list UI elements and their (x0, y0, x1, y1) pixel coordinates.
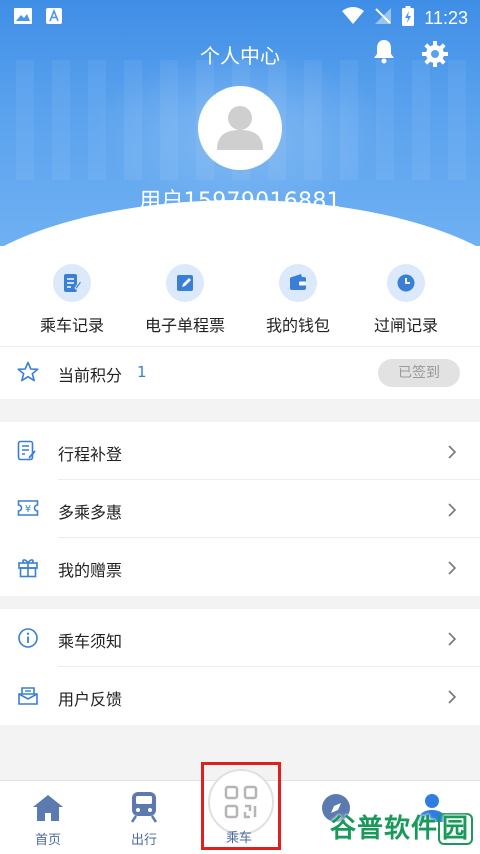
nav-trip[interactable]: 出行 (96, 781, 192, 848)
quick-action-ride-record[interactable]: 乘车记录 (12, 264, 132, 336)
points-label: 当前积分 (58, 366, 123, 385)
chevron-right-icon (448, 444, 457, 463)
metro-train-icon (130, 792, 158, 823)
watermark: 谷普软件园 (330, 808, 474, 845)
menu-item-user-feedback[interactable]: 用户反馈 (0, 667, 480, 725)
status-time: 11:23 (424, 7, 468, 28)
feedback-mail-icon (17, 685, 39, 711)
quick-action-wallet[interactable]: 我的钱包 (238, 264, 358, 336)
page-title: 个人中心 (200, 44, 280, 68)
chevron-right-icon (448, 560, 457, 579)
menu-item-multi-ride-discount[interactable]: ¥ 多乘多惠 (0, 480, 480, 538)
quick-actions: 乘车记录 电子单程票 我的钱包 过闸记录 (0, 246, 480, 346)
status-bar: 11:23 (0, 0, 480, 34)
wallet-icon (290, 274, 306, 290)
profile-header: 11:23 个人中心 用户15979016881 (0, 0, 480, 246)
image-notification-icon (14, 8, 32, 28)
no-signal-icon (374, 7, 392, 29)
chevron-right-icon (448, 502, 457, 521)
chevron-right-icon (448, 631, 457, 650)
home-icon (33, 795, 63, 821)
chevron-right-icon (448, 689, 457, 708)
e-ticket-icon (177, 275, 193, 291)
gift-icon (17, 556, 39, 582)
info-icon (17, 627, 39, 653)
clock-icon (397, 274, 415, 292)
quick-action-e-ticket[interactable]: 电子单程票 (125, 264, 245, 336)
coupon-yen-icon: ¥ (17, 498, 39, 522)
menu-group-info: 乘车须知 用户反馈 (0, 609, 480, 725)
points-row: 当前积分 1 已签到 (0, 346, 480, 399)
app-notification-icon (46, 8, 62, 28)
menu-item-trip-supplement[interactable]: 行程补登 (0, 422, 480, 480)
wifi-icon (342, 7, 365, 29)
nav-home[interactable]: 首页 (0, 781, 96, 848)
signed-in-button[interactable]: 已签到 (378, 359, 460, 387)
username: 用户15979016881 (139, 189, 341, 214)
menu-item-ride-notice[interactable]: 乘车须知 (0, 609, 480, 667)
points-value: 1 (137, 363, 147, 381)
user-silhouette-icon (217, 106, 263, 150)
star-icon (17, 361, 39, 387)
svg-text:¥: ¥ (25, 504, 31, 515)
menu-item-my-gift-tickets[interactable]: 我的赠票 (0, 538, 480, 596)
ride-highlight-box (201, 762, 281, 850)
ride-record-icon (64, 274, 82, 292)
menu-group-trip: 行程补登 ¥ 多乘多惠 我的赠票 (0, 422, 480, 596)
battery-charging-icon (402, 6, 415, 30)
edit-document-icon (17, 440, 37, 466)
bell-icon[interactable] (373, 38, 395, 68)
settings-gear-icon[interactable] (421, 40, 449, 72)
quick-action-gate-record[interactable]: 过闸记录 (346, 264, 466, 336)
avatar[interactable] (198, 86, 282, 170)
